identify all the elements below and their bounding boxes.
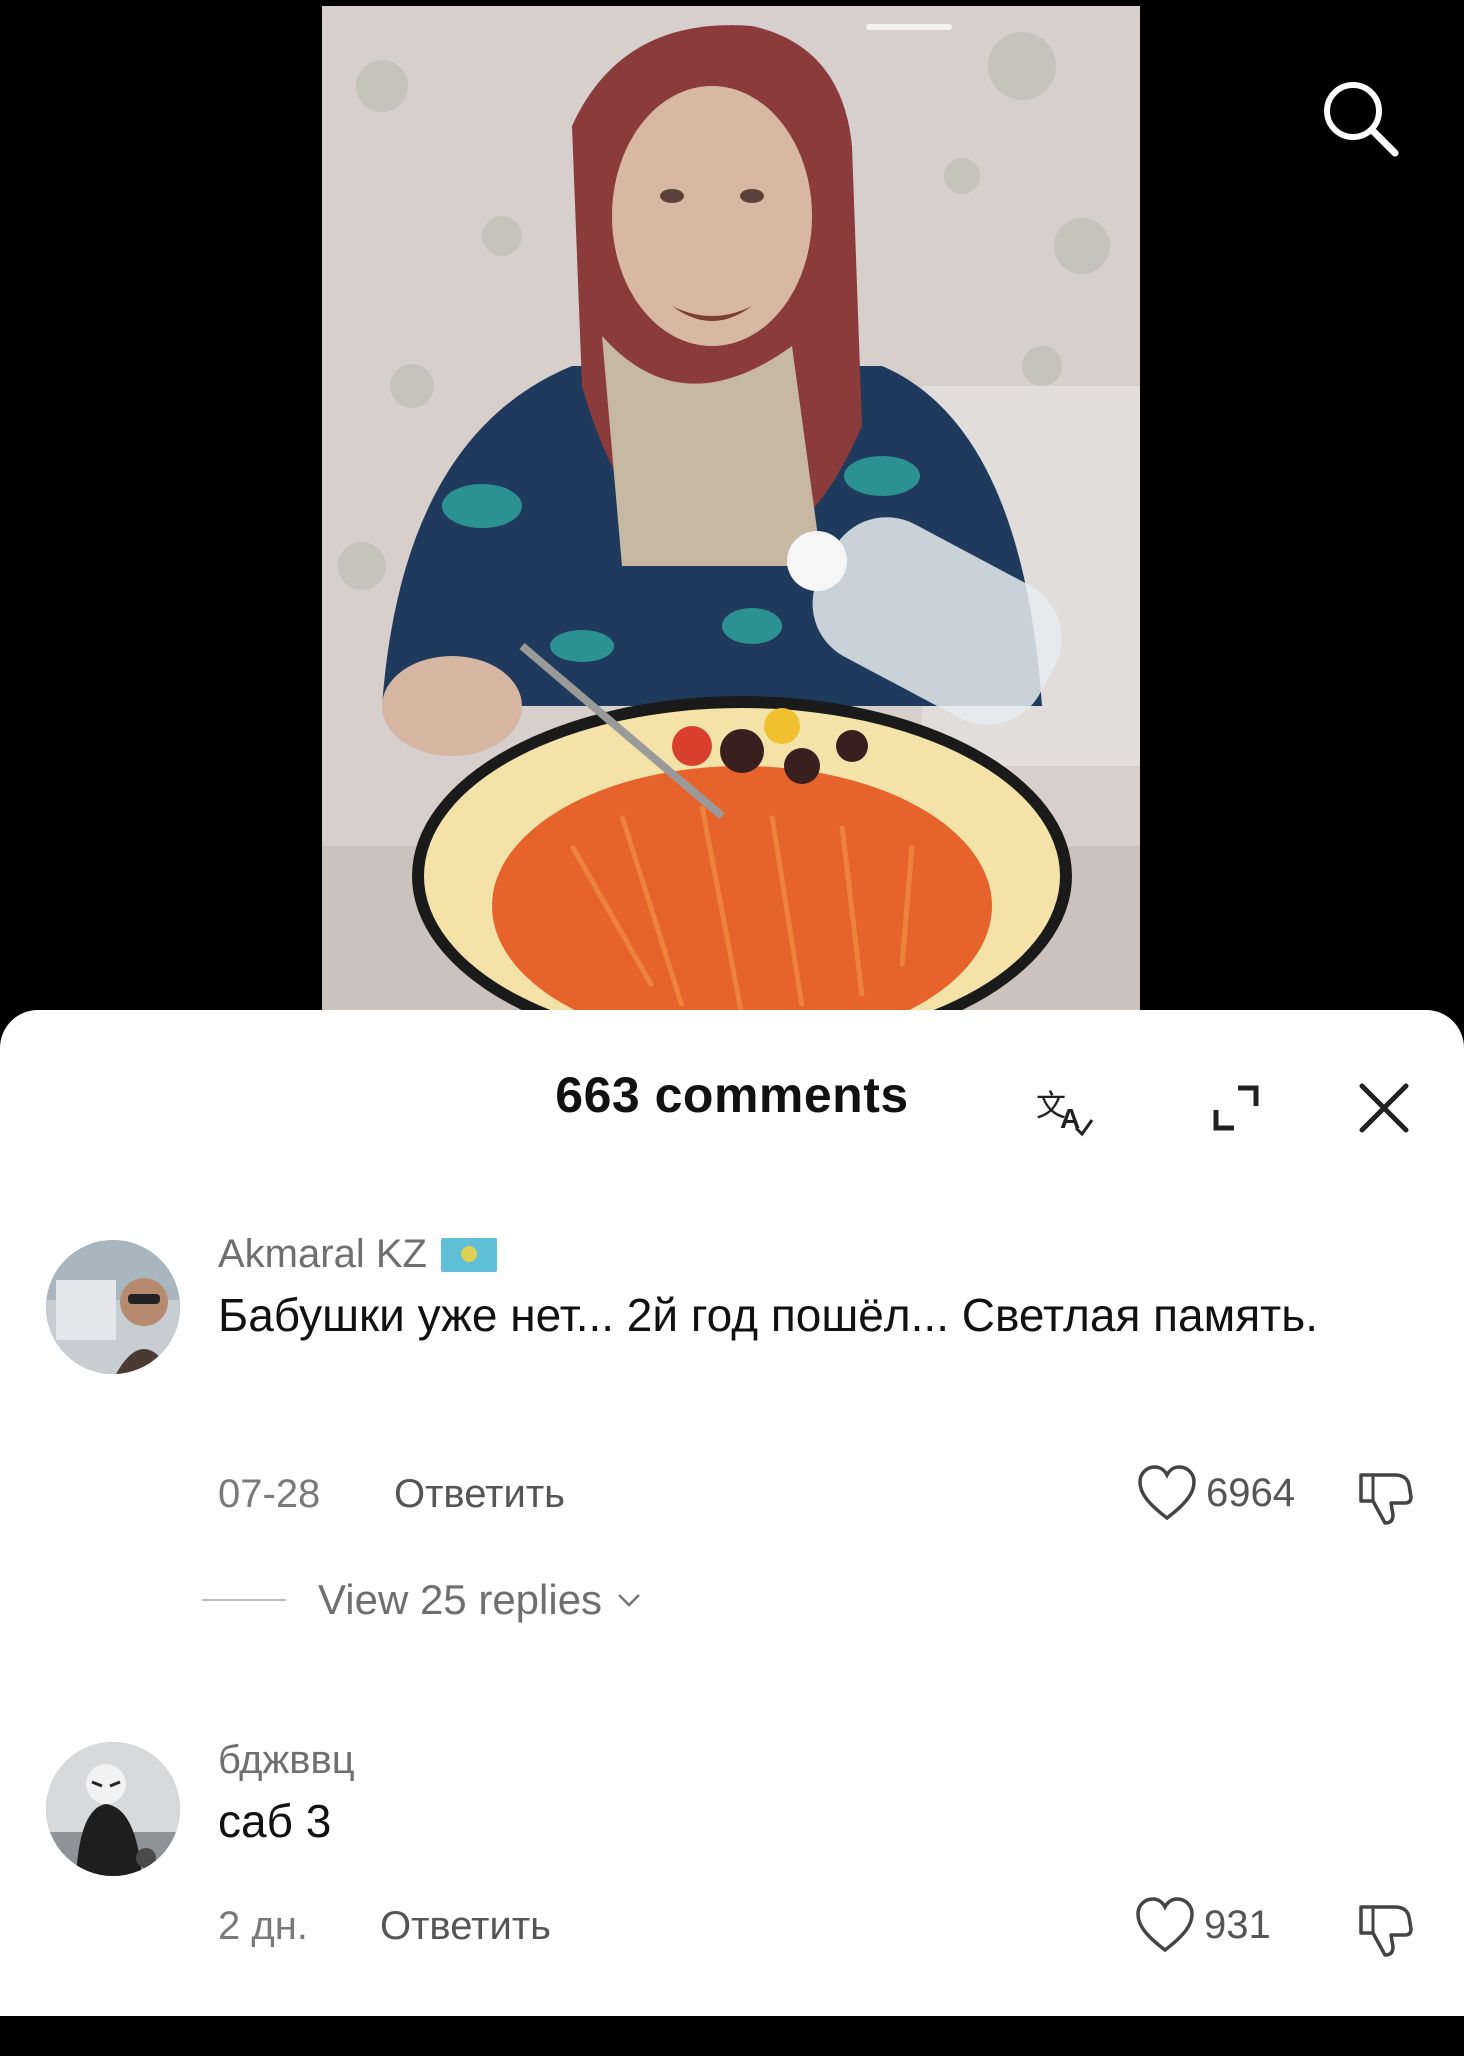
heart-icon <box>1138 1465 1196 1521</box>
comment-date: 07-28 <box>218 1472 321 1516</box>
reply-button[interactable]: Ответить <box>380 1904 551 1949</box>
comments-sheet: 663 comments 文 A Akmaral KZ Бабушки уже … <box>0 1010 1464 2016</box>
comments-header: 663 comments 文 A <box>0 1010 1464 1180</box>
translate-button[interactable]: 文 A <box>1032 1076 1096 1140</box>
search-icon <box>1324 82 1399 157</box>
thumbs-down-icon <box>1359 1473 1413 1525</box>
dislike-button[interactable] <box>1354 1466 1418 1530</box>
video-player[interactable] <box>0 0 1464 1040</box>
video-frame[interactable] <box>322 6 1140 1040</box>
replies-divider <box>202 1599 286 1601</box>
bottom-bar <box>0 2016 1464 2056</box>
heart-icon <box>1136 1897 1194 1953</box>
translate-icon: 文 A <box>1036 1089 1094 1137</box>
view-replies-button[interactable]: View 25 replies <box>202 1576 642 1624</box>
close-icon <box>1359 1083 1409 1133</box>
like-count: 6964 <box>1206 1470 1295 1515</box>
username-text: бджввц <box>218 1738 355 1782</box>
search-button[interactable] <box>1318 76 1402 160</box>
view-replies-label: View 25 replies <box>318 1576 603 1623</box>
chevron-down-icon <box>618 1594 640 1607</box>
like-button[interactable]: 931 <box>1134 1896 1271 1954</box>
video-thumbnail <box>322 6 1140 1040</box>
video-drag-handle[interactable] <box>866 24 952 30</box>
username-text: Akmaral KZ <box>218 1232 427 1276</box>
avatar[interactable] <box>46 1240 180 1374</box>
comment-date: 2 дн. <box>218 1904 308 1948</box>
like-button[interactable]: 6964 <box>1136 1464 1295 1522</box>
avatar[interactable] <box>46 1742 180 1876</box>
dislike-button[interactable] <box>1354 1898 1418 1962</box>
avatar-image <box>46 1742 180 1876</box>
kazakhstan-flag-icon <box>440 1237 497 1272</box>
comment-username[interactable]: бджввц <box>218 1738 355 1783</box>
close-button[interactable] <box>1352 1076 1416 1140</box>
thumbs-down-icon <box>1359 1905 1413 1957</box>
expand-button[interactable] <box>1204 1076 1268 1140</box>
comment-text: Бабушки уже нет... 2й год пошёл... Светл… <box>218 1289 1318 1341</box>
avatar-image <box>46 1240 180 1374</box>
like-count: 931 <box>1204 1902 1271 1947</box>
comment-text: саб 3 <box>218 1795 332 1847</box>
expand-icon <box>1213 1085 1259 1131</box>
comment-username[interactable]: Akmaral KZ <box>218 1232 497 1277</box>
reply-button[interactable]: Ответить <box>394 1472 565 1517</box>
